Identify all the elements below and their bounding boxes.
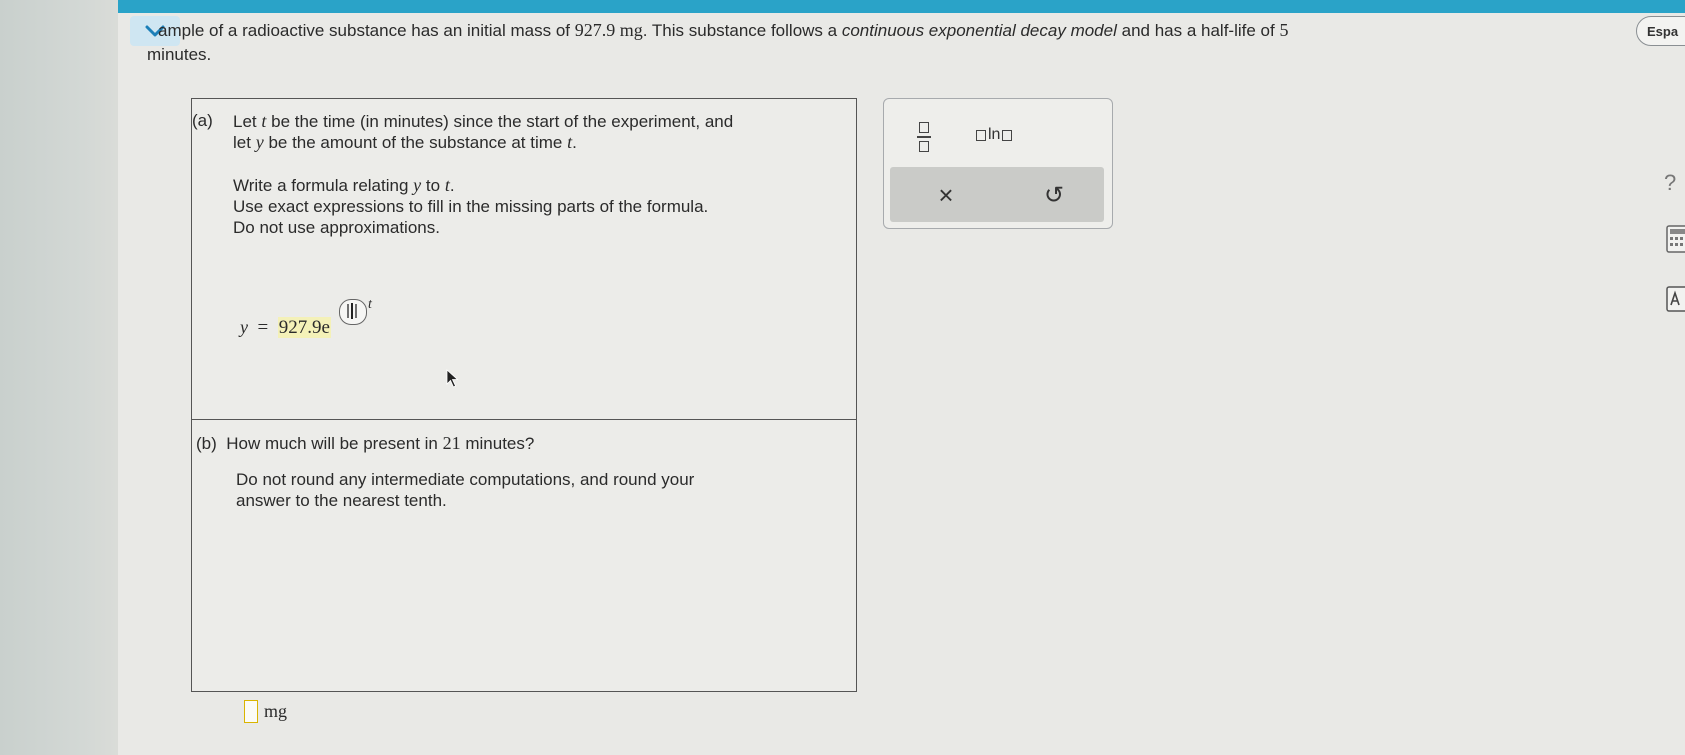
text: How much will be present in <box>226 434 438 453</box>
text: let <box>233 133 251 152</box>
text: minutes? <box>465 434 535 453</box>
var-t: t <box>261 111 267 131</box>
numerator-placeholder <box>919 122 929 134</box>
text: . <box>572 133 577 152</box>
initial-mass: 927.9 mg <box>574 20 643 40</box>
denominator-placeholder <box>919 140 929 152</box>
exponent-input[interactable] <box>339 299 367 325</box>
text: Use exact expressions to fill in the mis… <box>233 197 709 216</box>
natural-log-button[interactable]: ln <box>976 121 1013 149</box>
text: . <box>449 176 455 195</box>
clear-button[interactable]: × <box>916 175 976 215</box>
left-gutter <box>0 0 118 755</box>
text: be the time (in minutes) since the start… <box>271 112 734 131</box>
part-a-instructions: Write a formula relating y to t. Use exa… <box>233 175 833 238</box>
text: be the amount of the substance at time <box>268 133 563 152</box>
half-life-value: 5 <box>1279 20 1289 40</box>
formula-coefficient: 927.9e <box>277 317 331 338</box>
prompt-text: minutes. <box>147 45 212 64</box>
var-y: y <box>413 175 422 195</box>
question-panel: (a) Let t be the time (in minutes) since… <box>191 98 857 723</box>
problem-statement: ample of a radioactive substance has an … <box>147 18 1548 67</box>
ln-right-placeholder <box>1002 129 1013 141</box>
answer-unit: mg <box>264 701 288 721</box>
text: Write a formula relating <box>233 176 409 195</box>
calculator-icon[interactable] <box>1666 225 1685 253</box>
text: Let <box>233 112 257 131</box>
part-b-question: (b) How much will be present in 21 minut… <box>196 433 796 454</box>
help-icon[interactable]: ? <box>1664 170 1676 196</box>
part-a-description: Let t be the time (in minutes) since the… <box>233 111 833 153</box>
math-toolbox: ln × ↺ <box>883 98 1113 229</box>
ln-left-placeholder <box>976 129 986 141</box>
ln-label: ln <box>988 126 1001 143</box>
language-toggle-button[interactable]: Espa <box>1636 16 1685 46</box>
part-b-label: (b) <box>196 434 217 453</box>
text: answer to the nearest tenth. <box>236 491 447 510</box>
text: Do not use approximations. <box>233 218 440 237</box>
input-cursor-icon <box>347 303 357 319</box>
answer-input[interactable] <box>244 700 258 723</box>
fraction-button[interactable] <box>904 117 944 157</box>
decay-formula: y = 927.9e <box>240 317 331 339</box>
model-phrase: continuous exponential decay model <box>841 21 1117 40</box>
exponent-variable: t <box>368 297 372 312</box>
prompt-text: and has a half-life of <box>1121 21 1275 40</box>
formula-equals: = <box>257 317 269 338</box>
top-accent-bar <box>118 0 1685 13</box>
formula-lhs: y <box>240 317 248 337</box>
part-b: (b) How much will be present in 21 minut… <box>192 419 856 723</box>
prompt-text: ample of a radioactive substance has an … <box>158 21 571 40</box>
undo-button[interactable]: ↺ <box>1024 175 1084 215</box>
text-size-icon[interactable] <box>1666 286 1685 312</box>
mouse-pointer-icon <box>446 369 459 388</box>
var-y: y <box>255 132 264 152</box>
part-b-instructions: Do not round any intermediate computatio… <box>236 469 796 511</box>
toolbox-actions: × ↺ <box>890 167 1104 222</box>
fraction-line <box>917 136 931 138</box>
text: Do not round any intermediate computatio… <box>236 470 695 489</box>
part-a: (a) Let t be the time (in minutes) since… <box>192 99 856 420</box>
prompt-text: . This substance follows a <box>642 21 838 40</box>
minutes-value: 21 <box>442 433 461 453</box>
part-a-label: (a) <box>192 111 213 130</box>
text: to <box>425 176 441 195</box>
